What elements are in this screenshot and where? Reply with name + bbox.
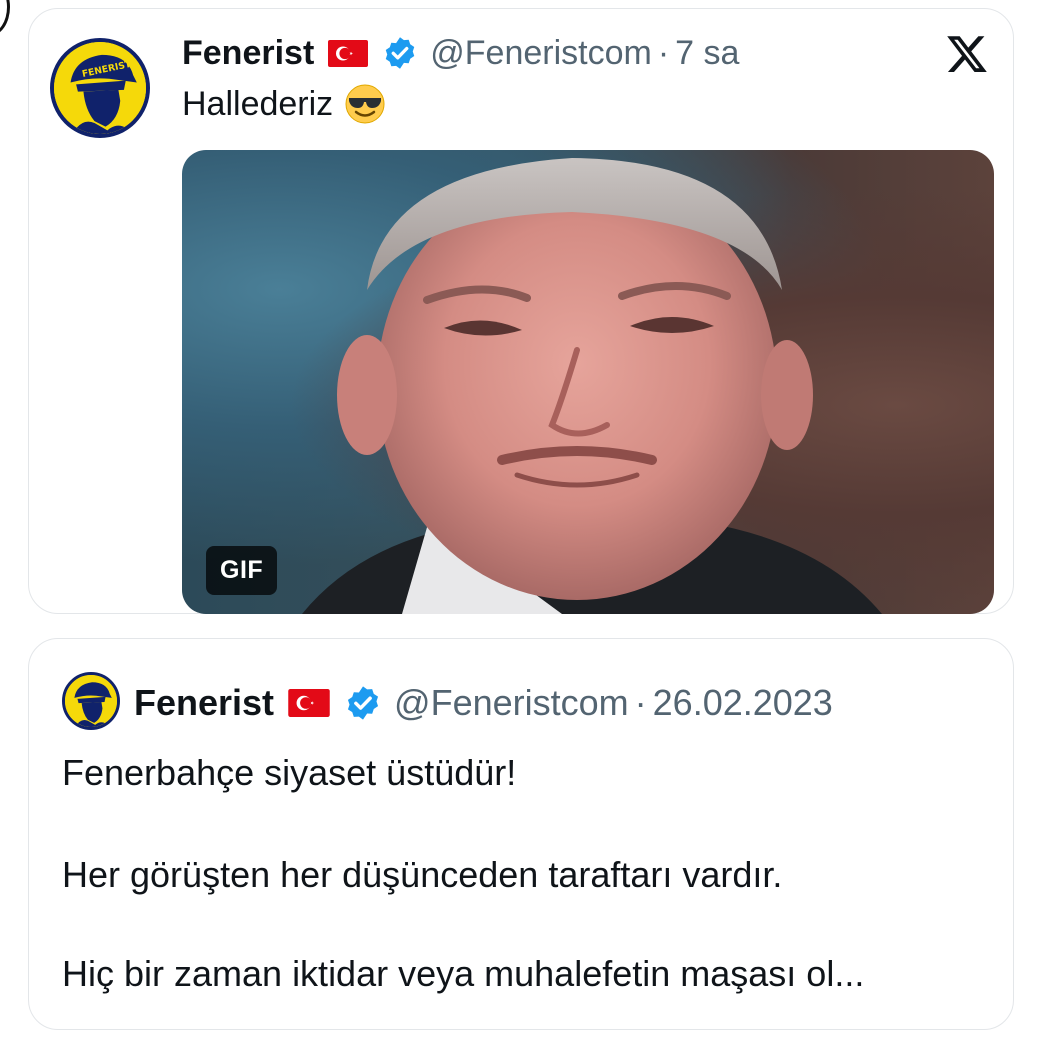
date[interactable]: 26.02.2023 — [653, 682, 833, 724]
quoted-text-line: Hiç bir zaman iktidar veya muhalefetin m… — [62, 953, 865, 994]
gif-media[interactable]: GIF — [182, 150, 994, 614]
fenerist-logo-icon: FENERIST — [54, 42, 146, 134]
avatar[interactable]: FENERIST — [50, 38, 150, 138]
separator-dot: · — [657, 33, 670, 72]
turkey-flag-icon — [288, 689, 330, 717]
fenerist-logo-icon — [65, 675, 117, 727]
verified-badge-icon — [386, 37, 415, 69]
tweet-text: Hallederiz — [182, 82, 387, 126]
x-logo-icon[interactable] — [944, 32, 990, 76]
quoted-tweet-header: Fenerist @Feneristcom · 26.02.2023 — [134, 680, 833, 726]
gif-badge: GIF — [206, 546, 278, 595]
quoted-text-line: Fenerbahçe siyaset üstüdür! — [62, 752, 517, 793]
handle[interactable]: @Feneristcom — [430, 34, 652, 73]
gif-frame-image — [302, 158, 882, 614]
display-name[interactable]: Fenerist — [134, 682, 274, 724]
handle[interactable]: @Feneristcom — [394, 682, 629, 724]
display-name[interactable]: Fenerist — [182, 34, 314, 73]
quoted-text-line: Her görüşten her düşünceden taraftarı va… — [62, 854, 783, 895]
separator-dot: · — [634, 682, 647, 723]
verified-badge-icon — [348, 686, 379, 720]
edge-arc-decoration — [0, 0, 10, 36]
smiling-face-with-sunglasses-icon — [345, 84, 385, 124]
tweet-text-content: Hallederiz — [182, 84, 334, 123]
main-tweet-header: Fenerist @Feneristcom · 7 sa — [182, 30, 739, 76]
avatar[interactable] — [62, 672, 120, 730]
timestamp[interactable]: 7 sa — [675, 34, 739, 73]
turkey-flag-icon — [328, 39, 369, 67]
